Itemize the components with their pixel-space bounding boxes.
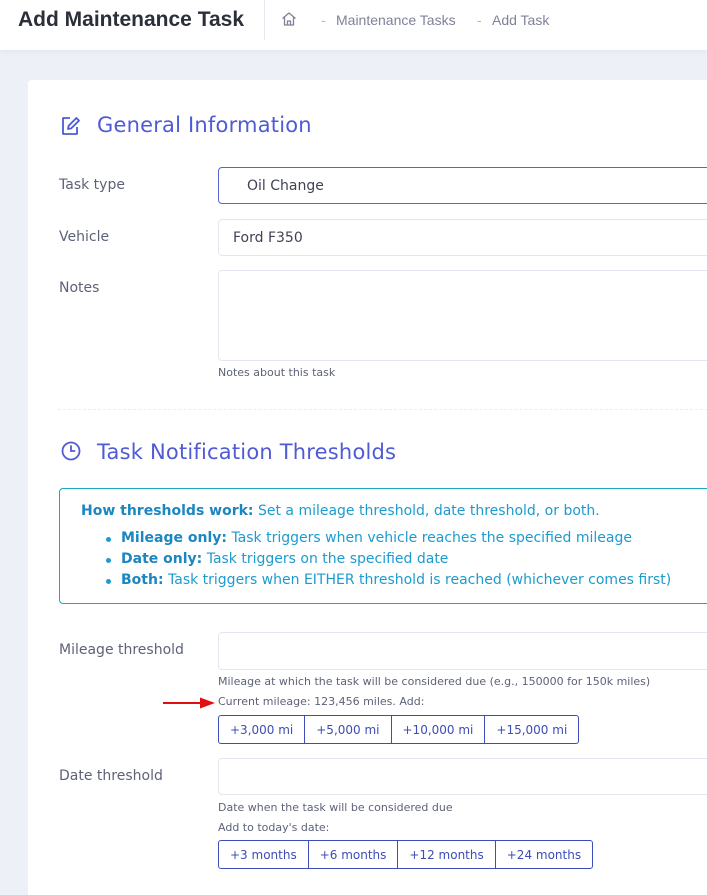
thresholds-info-box: How thresholds work: Set a mileage thres… — [59, 488, 707, 604]
info-intro-text: Set a mileage threshold, date threshold,… — [257, 503, 600, 519]
add-3-months-button[interactable]: +3 months — [218, 840, 309, 869]
breadcrumb-separator: - — [321, 12, 326, 28]
breadcrumb-maintenance-tasks[interactable]: Maintenance Tasks — [336, 12, 456, 28]
vehicle-field[interactable]: Ford F350 — [218, 219, 707, 256]
add-3000-mi-button[interactable]: +3,000 mi — [218, 715, 306, 744]
breadcrumb-add-task: Add Task — [492, 12, 550, 28]
mileage-threshold-input[interactable] — [218, 632, 707, 670]
general-information-title: General Information — [97, 113, 312, 137]
info-item-text: Task triggers when vehicle reaches the s… — [231, 530, 632, 546]
notes-textarea[interactable] — [218, 270, 707, 361]
info-item-bold: Mileage only: — [121, 530, 227, 546]
info-list: Mileage only: Task triggers when vehicle… — [100, 530, 671, 593]
date-add-buttons: +3 months +6 months +12 months +24 month… — [218, 840, 594, 869]
task-type-select[interactable]: Oil Change — [218, 167, 707, 204]
vehicle-label: Vehicle — [59, 229, 110, 245]
current-mileage-text: Current mileage: 123,456 miles. Add: — [218, 695, 425, 708]
notes-help-text: Notes about this task — [218, 366, 336, 379]
section-divider — [58, 409, 707, 410]
mileage-add-buttons: +3,000 mi +5,000 mi +10,000 mi +15,000 m… — [218, 715, 580, 744]
date-threshold-input[interactable] — [218, 758, 707, 795]
info-item-text: Task triggers on the specified date — [206, 551, 449, 567]
info-intro: How thresholds work: Set a mileage thres… — [81, 503, 600, 519]
task-type-label: Task type — [59, 177, 125, 193]
bullet-icon — [106, 579, 111, 584]
add-15000-mi-button[interactable]: +15,000 mi — [484, 715, 580, 744]
add-12-months-button[interactable]: +12 months — [397, 840, 496, 869]
add-to-date-text: Add to today's date: — [218, 821, 330, 834]
add-5000-mi-button[interactable]: +5,000 mi — [304, 715, 392, 744]
info-item-text: Task triggers when EITHER threshold is r… — [168, 572, 672, 588]
top-header: Add Maintenance Task - Maintenance Tasks… — [0, 0, 707, 50]
info-item-bold: Date only: — [121, 551, 203, 567]
breadcrumb-separator: - — [477, 12, 482, 28]
info-item-mileage: Mileage only: Task triggers when vehicle… — [100, 530, 671, 551]
bullet-icon — [106, 537, 111, 542]
date-threshold-label: Date threshold — [59, 768, 163, 784]
info-item-date: Date only: Task triggers on the specifie… — [100, 551, 671, 572]
thresholds-title: Task Notification Thresholds — [97, 440, 397, 464]
mileage-threshold-label: Mileage threshold — [59, 642, 184, 658]
clock-icon — [61, 441, 81, 461]
add-24-months-button[interactable]: +24 months — [494, 840, 594, 869]
info-intro-bold: How thresholds work: — [81, 503, 254, 519]
date-help-text: Date when the task will be considered du… — [218, 801, 453, 814]
add-10000-mi-button[interactable]: +10,000 mi — [390, 715, 486, 744]
notes-label: Notes — [59, 280, 100, 296]
red-arrow-annotation — [163, 697, 215, 709]
header-divider — [264, 0, 265, 40]
add-6-months-button[interactable]: +6 months — [307, 840, 399, 869]
info-item-bold: Both: — [121, 572, 164, 588]
edit-icon — [62, 117, 80, 135]
bullet-icon — [106, 558, 111, 563]
home-icon[interactable] — [280, 10, 298, 28]
info-item-both: Both: Task triggers when EITHER threshol… — [100, 572, 671, 593]
page-title: Add Maintenance Task — [18, 8, 244, 31]
mileage-help-text: Mileage at which the task will be consid… — [218, 675, 651, 688]
